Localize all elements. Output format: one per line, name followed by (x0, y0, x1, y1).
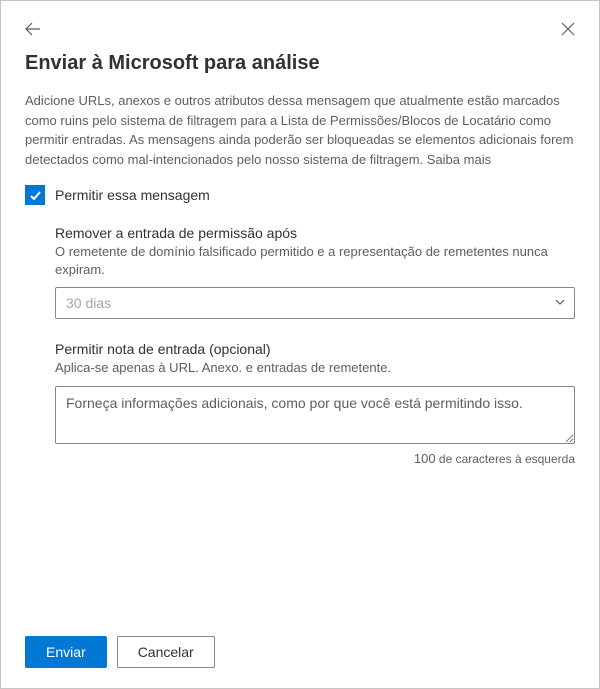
description-text: Adicione URLs, anexos e outros atributos… (25, 91, 575, 169)
char-count: 100 de caracteres à esquerda (55, 451, 575, 466)
back-icon[interactable] (21, 17, 45, 44)
char-count-suffix: de caracteres à esquerda (439, 452, 575, 466)
remove-after-sublabel: O remetente de domínio falsificado permi… (55, 243, 575, 279)
dialog-content: Adicione URLs, anexos e outros atributos… (1, 91, 599, 620)
allow-message-checkbox[interactable] (25, 185, 45, 205)
note-sublabel: Aplica-se apenas à URL. Anexo. e entrada… (55, 359, 575, 377)
dialog-footer: Enviar Cancelar (1, 620, 599, 688)
cancel-button[interactable]: Cancelar (117, 636, 215, 668)
remove-after-value: 30 dias (66, 295, 111, 311)
close-icon[interactable] (557, 18, 579, 43)
allow-message-label: Permitir essa mensagem (55, 187, 210, 203)
remove-after-select[interactable]: 30 dias (55, 287, 575, 319)
chevron-down-icon (554, 295, 566, 311)
allow-message-row: Permitir essa mensagem (25, 185, 575, 205)
remove-after-label: Remover a entrada de permissão após (55, 225, 575, 241)
dialog: Enviar à Microsoft para análise Adicione… (0, 0, 600, 689)
dialog-title: Enviar à Microsoft para análise (1, 52, 599, 91)
note-textarea[interactable] (55, 386, 575, 444)
note-group: Permitir nota de entrada (opcional) Apli… (55, 341, 575, 465)
submit-button[interactable]: Enviar (25, 636, 107, 668)
note-label: Permitir nota de entrada (opcional) (55, 341, 575, 357)
remove-after-group: Remover a entrada de permissão após O re… (55, 225, 575, 319)
char-count-number: 100 (414, 451, 436, 466)
dialog-header (1, 1, 599, 52)
